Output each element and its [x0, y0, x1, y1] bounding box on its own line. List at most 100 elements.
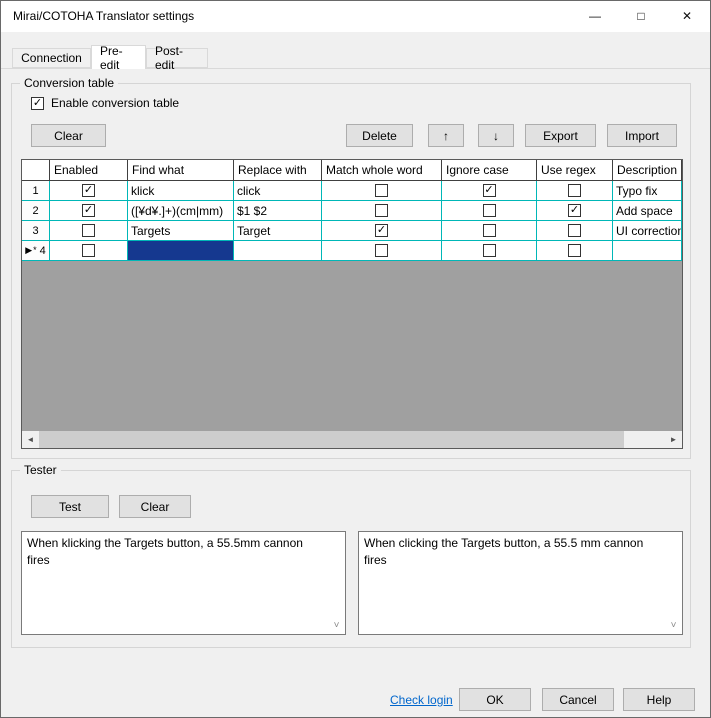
column-header-find-what[interactable]: Find what	[128, 160, 234, 180]
cell-find[interactable]: Targets	[128, 221, 234, 241]
cell-checkbox-checked[interactable]: ✓	[82, 184, 95, 197]
move-up-button[interactable]: ↑	[428, 124, 464, 147]
scroll-left-button[interactable]: ◄	[22, 431, 39, 448]
row-header[interactable]: 2	[22, 201, 50, 221]
cell-checkbox-unchecked[interactable]	[483, 204, 496, 217]
cell-checkbox-unchecked[interactable]	[483, 224, 496, 237]
minimize-icon: —	[589, 9, 601, 23]
cell-use-regex[interactable]	[537, 181, 613, 201]
cell-replace[interactable]: $1 $2	[234, 201, 322, 221]
cell-ignore-case[interactable]	[442, 221, 537, 241]
cell-checkbox-unchecked[interactable]	[82, 244, 95, 257]
cell-ignore-case[interactable]: ✓	[442, 181, 537, 201]
checkbox-label: Enable conversion table	[51, 96, 179, 110]
cell-checkbox-unchecked[interactable]	[568, 224, 581, 237]
cell-ignore-case[interactable]	[442, 241, 537, 261]
cancel-button[interactable]: Cancel	[542, 688, 614, 711]
enable-conversion-checkbox[interactable]: ✓ Enable conversion table	[31, 96, 179, 110]
grid-horizontal-scrollbar[interactable]: ◄ ►	[22, 431, 682, 448]
cell-replace[interactable]: click	[234, 181, 322, 201]
table-row[interactable]: ▶*4	[22, 241, 682, 261]
cell-checkbox-unchecked[interactable]	[375, 244, 388, 257]
tester-output-text[interactable]: When clicking the Targets button, a 55.5…	[364, 535, 660, 631]
help-button[interactable]: Help	[623, 688, 695, 711]
row-header[interactable]: 3	[22, 221, 50, 241]
scroll-down-icon[interactable]: ˅	[328, 617, 345, 633]
cell-match-whole[interactable]: ✓	[322, 221, 442, 241]
conversion-grid[interactable]: EnabledFind whatReplace withMatch whole …	[21, 159, 683, 449]
column-header-ignore-case[interactable]: Ignore case	[442, 160, 537, 180]
cell-ignore-case[interactable]	[442, 201, 537, 221]
cell-description[interactable]	[613, 241, 682, 261]
close-icon: ✕	[682, 9, 692, 23]
check-login-link[interactable]: Check login	[390, 693, 453, 707]
cell-replace[interactable]	[234, 241, 322, 261]
grid-corner-cell[interactable]	[22, 160, 50, 180]
close-button[interactable]: ✕	[664, 1, 710, 31]
tab-connection[interactable]: Connection	[12, 48, 91, 68]
table-row[interactable]: 2 ✓ ([¥d¥.]+)(cm|mm)$1 $2 ✓ Add space	[22, 201, 682, 221]
grid-body[interactable]: 1 ✓ klickclick ✓ Typo fix 2 ✓ ([¥d¥.]+)(cm|mm)$…	[22, 181, 682, 261]
cell-checkbox-unchecked[interactable]	[82, 224, 95, 237]
cell-checkbox-unchecked[interactable]	[375, 184, 388, 197]
cell-checkbox-checked[interactable]: ✓	[82, 204, 95, 217]
ok-button[interactable]: OK	[459, 688, 531, 711]
import-button[interactable]: Import	[607, 124, 677, 147]
tester-output-scrollbar[interactable]: ˅	[665, 532, 682, 634]
cell-description[interactable]: Typo fix	[613, 181, 682, 201]
column-header-match-whole-word[interactable]: Match whole word	[322, 160, 442, 180]
cell-checkbox-checked[interactable]: ✓	[375, 224, 388, 237]
cell-enabled[interactable]: ✓	[50, 181, 128, 201]
cell-enabled[interactable]	[50, 221, 128, 241]
row-header-current-new-row[interactable]: ▶*4	[22, 241, 50, 261]
cell-match-whole[interactable]	[322, 181, 442, 201]
cell-find[interactable]	[128, 241, 234, 261]
cell-match-whole[interactable]	[322, 241, 442, 261]
cell-find[interactable]: ([¥d¥.]+)(cm|mm)	[128, 201, 234, 221]
cell-replace[interactable]: Target	[234, 221, 322, 241]
scroll-down-icon[interactable]: ˅	[665, 617, 682, 633]
tester-input-scrollbar[interactable]: ˅	[328, 532, 345, 634]
row-number: 1	[32, 185, 38, 197]
cell-use-regex[interactable]: ✓	[537, 201, 613, 221]
delete-button[interactable]: Delete	[346, 124, 413, 147]
cell-description[interactable]: UI correction	[613, 221, 682, 241]
scroll-thumb[interactable]	[39, 431, 624, 448]
cell-enabled[interactable]: ✓	[50, 201, 128, 221]
cell-use-regex[interactable]	[537, 241, 613, 261]
cell-description[interactable]: Add space	[613, 201, 682, 221]
tester-input-text[interactable]: When klicking the Targets button, a 55.5…	[27, 535, 323, 631]
column-header-enabled[interactable]: Enabled	[50, 160, 128, 180]
tester-output-box[interactable]: When clicking the Targets button, a 55.5…	[358, 531, 683, 635]
move-down-button[interactable]: ↓	[478, 124, 514, 147]
tab-pre-edit[interactable]: Pre-edit	[91, 45, 146, 69]
table-row[interactable]: 1 ✓ klickclick ✓ Typo fix	[22, 181, 682, 201]
minimize-button[interactable]: —	[572, 1, 618, 31]
cell-match-whole[interactable]	[322, 201, 442, 221]
cell-checkbox-unchecked[interactable]	[568, 184, 581, 197]
cell-enabled[interactable]	[50, 241, 128, 261]
grid-clear-button[interactable]: Clear	[31, 124, 106, 147]
scroll-right-icon: ►	[670, 435, 678, 444]
checkbox-box[interactable]: ✓	[31, 97, 44, 110]
tester-input-box[interactable]: When klicking the Targets button, a 55.5…	[21, 531, 346, 635]
column-header-replace-with[interactable]: Replace with	[234, 160, 322, 180]
row-number: 2	[32, 205, 38, 217]
maximize-button[interactable]: □	[618, 1, 664, 31]
cell-checkbox-unchecked[interactable]	[568, 244, 581, 257]
cell-checkbox-checked[interactable]: ✓	[483, 184, 496, 197]
column-header-description[interactable]: Description	[613, 160, 682, 180]
table-row[interactable]: 3 TargetsTarget ✓ UI correction	[22, 221, 682, 241]
cell-checkbox-unchecked[interactable]	[375, 204, 388, 217]
cell-checkbox-unchecked[interactable]	[483, 244, 496, 257]
tester-clear-button[interactable]: Clear	[119, 495, 191, 518]
scroll-right-button[interactable]: ►	[665, 431, 682, 448]
test-button[interactable]: Test	[31, 495, 109, 518]
cell-use-regex[interactable]	[537, 221, 613, 241]
cell-checkbox-checked[interactable]: ✓	[568, 204, 581, 217]
tab-post-edit[interactable]: Post-edit	[146, 48, 208, 68]
row-header[interactable]: 1	[22, 181, 50, 201]
export-button[interactable]: Export	[525, 124, 596, 147]
cell-find[interactable]: klick	[128, 181, 234, 201]
column-header-use-regex[interactable]: Use regex	[537, 160, 613, 180]
